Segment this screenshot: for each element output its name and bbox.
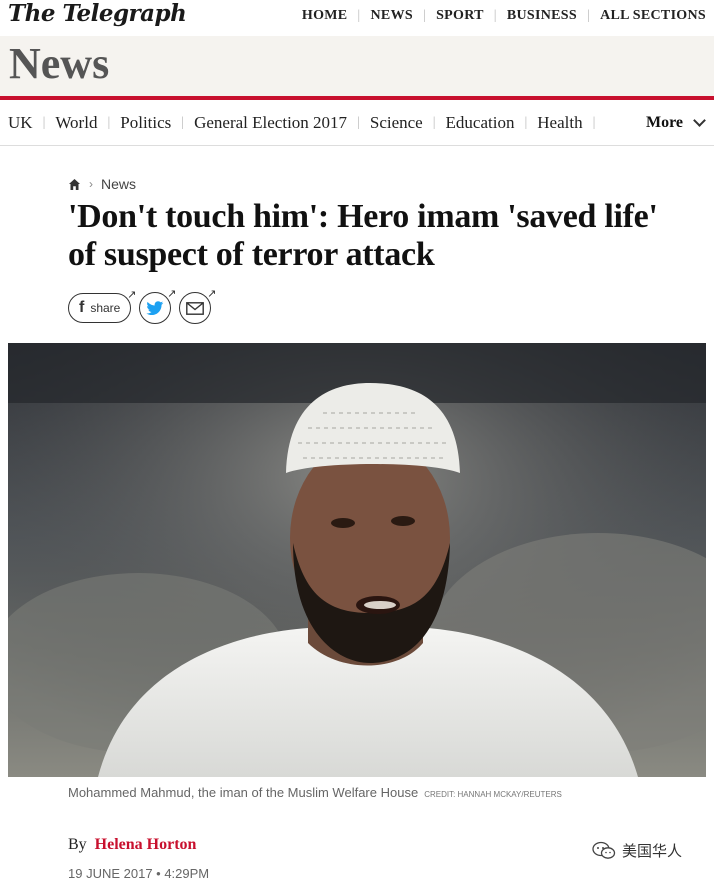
breadcrumb-separator: › [89,177,93,191]
share-bar: f share ↗ ↗ ↗ [68,287,216,324]
topnav-business[interactable]: BUSINESS [507,8,577,24]
facebook-icon: f [79,299,85,316]
section-subnav: UK | World | Politics | General Election… [0,100,714,146]
photo-illustration [8,343,706,777]
subnav-item-world[interactable]: World [55,113,97,133]
divider: | [586,8,591,23]
divider: | [181,114,185,130]
facebook-share-button[interactable]: f share ↗ [68,288,136,323]
watermark: 美国华人 [592,840,682,861]
breadcrumb-news-link[interactable]: News [101,176,136,192]
subnav-item-politics[interactable]: Politics [120,113,171,133]
external-arrow-icon: ↗ [127,288,137,301]
divider: | [592,114,596,130]
divider: | [357,114,360,130]
top-bar: The Telegraph HOME | NEWS | SPORT | BUSI… [0,0,714,36]
photo-caption: Mohammed Mahmud, the iman of the Muslim … [68,785,562,800]
subnav-item-health[interactable]: Health [537,113,582,133]
home-icon[interactable] [68,178,81,191]
subnav-item-education[interactable]: Education [446,113,515,133]
divider: | [524,114,528,130]
twitter-share-button[interactable]: ↗ [139,287,176,324]
site-logo[interactable]: The Telegraph [8,0,187,27]
topnav-sport[interactable]: SPORT [436,8,484,24]
subnav-item-science[interactable]: Science [370,113,423,133]
share-label: share [90,301,121,315]
watermark-text: 美国华人 [622,842,683,860]
subnav-item-general-election[interactable]: General Election 2017 [194,113,347,133]
divider: | [357,8,361,23]
byline-prefix: By [68,836,87,853]
divider: | [107,114,111,130]
breadcrumb: › News [68,176,136,192]
wechat-icon [592,841,616,859]
section-header: News [0,36,714,96]
external-arrow-icon: ↗ [207,287,217,300]
divider: | [432,114,436,130]
email-share-button[interactable]: ↗ [179,287,216,324]
topnav-news[interactable]: NEWS [371,8,413,24]
byline: By Helena Horton [68,836,196,854]
section-title[interactable]: News [9,38,109,89]
more-label: More [645,113,683,131]
chevron-down-icon [693,113,706,127]
email-icon [186,301,205,315]
more-menu-button[interactable]: More [645,100,706,145]
author-link[interactable]: Helena Horton [95,836,197,853]
publish-date: 19 JUNE 2017 • 4:29PM [68,866,210,881]
divider: | [422,8,427,23]
subnav-item-uk[interactable]: UK [8,113,33,133]
topnav-home[interactable]: HOME [302,8,348,24]
topnav-all-sections[interactable]: ALL SECTIONS [600,8,706,24]
article-headline: 'Don't touch him': Hero imam 'saved life… [68,198,658,273]
top-nav: HOME | NEWS | SPORT | BUSINESS | ALL SEC… [302,8,706,24]
external-arrow-icon: ↗ [167,287,177,300]
article-photo [8,343,706,777]
divider: | [42,114,46,130]
photo-credit: CREDIT: HANNAH MCKAY/REUTERS [424,790,562,799]
twitter-icon [146,300,164,315]
divider: | [493,8,497,23]
caption-text: Mohammed Mahmud, the iman of the Muslim … [68,785,419,800]
